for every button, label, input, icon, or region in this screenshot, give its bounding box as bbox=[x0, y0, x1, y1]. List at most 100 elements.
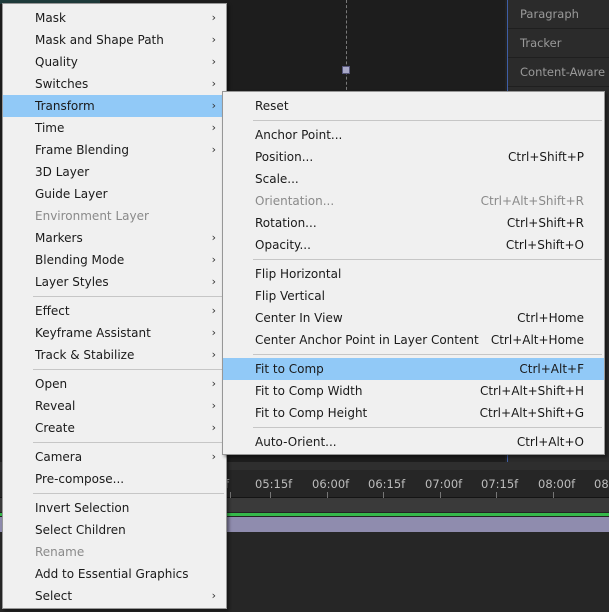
menu-item-label: Center In View bbox=[255, 311, 343, 325]
menu-item-label: Time bbox=[35, 121, 65, 135]
menu-item-position[interactable]: Position... Ctrl+Shift+P bbox=[223, 146, 604, 168]
menu-item-environment-layer: Environment Layer bbox=[3, 205, 226, 227]
menu-item-label: Fit to Comp bbox=[255, 362, 324, 376]
chevron-right-icon: › bbox=[211, 33, 216, 46]
menu-item-guide-layer[interactable]: Guide Layer bbox=[3, 183, 226, 205]
menu-item-label: Fit to Comp Width bbox=[255, 384, 363, 398]
panel-item-content-aware-fill[interactable]: Content-Aware Fill bbox=[508, 58, 609, 87]
menu-separator bbox=[223, 117, 604, 124]
menu-item-label: Effect bbox=[35, 304, 70, 318]
menu-item-shortcut: Ctrl+Alt+Shift+H bbox=[479, 384, 584, 398]
menu-item-3d-layer[interactable]: 3D Layer bbox=[3, 161, 226, 183]
chevron-right-icon: › bbox=[211, 589, 216, 602]
chevron-right-icon: › bbox=[211, 231, 216, 244]
menu-item-keyframe-assistant[interactable]: Keyframe Assistant › bbox=[3, 322, 226, 344]
menu-item-invert-selection[interactable]: Invert Selection bbox=[3, 497, 226, 519]
menu-item-fit-to-comp-width[interactable]: Fit to Comp Width Ctrl+Alt+Shift+H bbox=[223, 380, 604, 402]
menu-separator bbox=[223, 351, 604, 358]
menu-separator bbox=[3, 439, 226, 446]
tick-label: 08: bbox=[594, 477, 609, 491]
menu-item-switches[interactable]: Switches › bbox=[3, 73, 226, 95]
menu-item-anchor-point[interactable]: Anchor Point... bbox=[223, 124, 604, 146]
menu-item-label: Anchor Point... bbox=[255, 128, 343, 142]
chevron-right-icon: › bbox=[211, 11, 216, 24]
tick-label: 07:00f bbox=[425, 477, 463, 491]
menu-item-label: Blending Mode bbox=[35, 253, 125, 267]
chevron-right-icon: › bbox=[211, 304, 216, 317]
menu-item-label: Quality bbox=[35, 55, 78, 69]
tick-label: 06:00f bbox=[312, 477, 350, 491]
menu-item-rename: Rename bbox=[3, 541, 226, 563]
menu-item-label: Transform bbox=[35, 99, 95, 113]
chevron-right-icon: › bbox=[211, 399, 216, 412]
chevron-right-icon: › bbox=[211, 253, 216, 266]
menu-item-auto-orient[interactable]: Auto-Orient... Ctrl+Alt+O bbox=[223, 431, 604, 453]
menu-item-mask-and-shape-path[interactable]: Mask and Shape Path › bbox=[3, 29, 226, 51]
menu-item-markers[interactable]: Markers › bbox=[3, 227, 226, 249]
menu-item-reset[interactable]: Reset bbox=[223, 95, 604, 117]
menu-item-label: Add to Essential Graphics bbox=[35, 567, 189, 581]
chevron-right-icon: › bbox=[211, 121, 216, 134]
menu-item-select[interactable]: Select › bbox=[3, 585, 226, 607]
menu-item-label: Opacity... bbox=[255, 238, 311, 252]
menu-separator bbox=[3, 293, 226, 300]
menu-item-transform[interactable]: Transform › bbox=[3, 95, 226, 117]
menu-item-label: Keyframe Assistant bbox=[35, 326, 151, 340]
menu-separator bbox=[223, 256, 604, 263]
chevron-right-icon: › bbox=[211, 326, 216, 339]
menu-item-track-and-stabilize[interactable]: Track & Stabilize › bbox=[3, 344, 226, 366]
menu-item-open[interactable]: Open › bbox=[3, 373, 226, 395]
menu-item-label: Create bbox=[35, 421, 75, 435]
menu-item-label: Track & Stabilize bbox=[35, 348, 135, 362]
menu-item-frame-blending[interactable]: Frame Blending › bbox=[3, 139, 226, 161]
transform-submenu: Reset Anchor Point... Position... Ctrl+Sh… bbox=[222, 91, 605, 455]
menu-item-time[interactable]: Time › bbox=[3, 117, 226, 139]
menu-item-blending-mode[interactable]: Blending Mode › bbox=[3, 249, 226, 271]
menu-item-label: Fit to Comp Height bbox=[255, 406, 368, 420]
menu-item-center-anchor-point[interactable]: Center Anchor Point in Layer Content Ctrl… bbox=[223, 329, 604, 351]
tick-label: 05:15f bbox=[255, 477, 293, 491]
menu-item-center-in-view[interactable]: Center In View Ctrl+Home bbox=[223, 307, 604, 329]
menu-item-add-to-essential-graphics[interactable]: Add to Essential Graphics bbox=[3, 563, 226, 585]
menu-item-label: Reveal bbox=[35, 399, 76, 413]
menu-item-label: Center Anchor Point in Layer Content bbox=[255, 333, 479, 347]
panel-item-tracker[interactable]: Tracker bbox=[508, 29, 609, 58]
menu-item-label: Pre-compose... bbox=[35, 472, 125, 486]
menu-separator bbox=[3, 490, 226, 497]
menu-item-label: Markers bbox=[35, 231, 83, 245]
menu-item-create[interactable]: Create › bbox=[3, 417, 226, 439]
chevron-right-icon: › bbox=[211, 450, 216, 463]
menu-item-flip-vertical[interactable]: Flip Vertical bbox=[223, 285, 604, 307]
menu-item-fit-to-comp-height[interactable]: Fit to Comp Height Ctrl+Alt+Shift+G bbox=[223, 402, 604, 424]
menu-item-label: Rename bbox=[35, 545, 85, 559]
menu-item-pre-compose[interactable]: Pre-compose... bbox=[3, 468, 226, 490]
menu-item-effect[interactable]: Effect › bbox=[3, 300, 226, 322]
menu-item-fit-to-comp[interactable]: Fit to Comp Ctrl+Alt+F bbox=[223, 358, 604, 380]
chevron-right-icon: › bbox=[211, 348, 216, 361]
menu-item-label: Layer Styles bbox=[35, 275, 109, 289]
menu-item-rotation[interactable]: Rotation... Ctrl+Shift+R bbox=[223, 212, 604, 234]
panel-item-paragraph[interactable]: Paragraph bbox=[508, 0, 609, 29]
menu-item-scale[interactable]: Scale... bbox=[223, 168, 604, 190]
layer-handle[interactable] bbox=[342, 66, 350, 74]
menu-item-orientation: Orientation... Ctrl+Alt+Shift+R bbox=[223, 190, 604, 212]
menu-item-opacity[interactable]: Opacity... Ctrl+Shift+O bbox=[223, 234, 604, 256]
menu-item-camera[interactable]: Camera › bbox=[3, 446, 226, 468]
menu-item-flip-horizontal[interactable]: Flip Horizontal bbox=[223, 263, 604, 285]
menu-item-label: Switches bbox=[35, 77, 89, 91]
chevron-right-icon: › bbox=[211, 143, 216, 156]
menu-item-reveal[interactable]: Reveal › bbox=[3, 395, 226, 417]
menu-item-layer-styles[interactable]: Layer Styles › bbox=[3, 271, 226, 293]
menu-item-label: Mask and Shape Path bbox=[35, 33, 164, 47]
menu-item-mask[interactable]: Mask › bbox=[3, 7, 226, 29]
guide-line bbox=[346, 0, 347, 95]
menu-item-label: Invert Selection bbox=[35, 501, 130, 515]
menu-item-label: Flip Horizontal bbox=[255, 267, 342, 281]
menu-item-select-children[interactable]: Select Children bbox=[3, 519, 226, 541]
menu-item-label: Flip Vertical bbox=[255, 289, 325, 303]
menu-separator bbox=[3, 366, 226, 373]
menu-item-shortcut: Ctrl+Alt+O bbox=[516, 435, 584, 449]
tick-label: 07:15f bbox=[481, 477, 519, 491]
menu-item-label: Select Children bbox=[35, 523, 126, 537]
menu-item-quality[interactable]: Quality › bbox=[3, 51, 226, 73]
